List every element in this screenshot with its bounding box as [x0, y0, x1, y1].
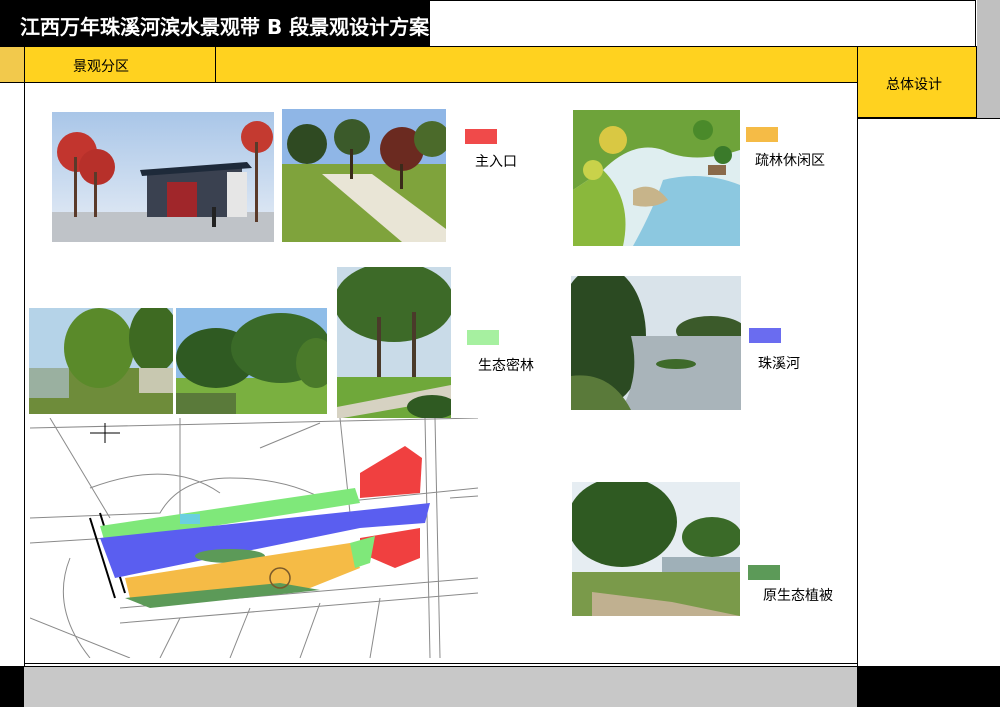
legend-swatch-sparse-forest: [746, 127, 778, 142]
page-title: 江西万年珠溪河滨水景观带 B 段景观设计方案: [20, 15, 430, 39]
river-photo: [571, 276, 741, 410]
tab-section[interactable]: 总体设计: [857, 46, 977, 118]
legend-swatch-river: [749, 328, 781, 343]
native-vegetation-photo: [572, 482, 740, 616]
legend-label-sparse-forest: 疏林休闲区: [755, 153, 825, 169]
zoning-site-plan: [30, 418, 478, 658]
title-bar: 江西万年珠溪河滨水景观带 B 段景观设计方案: [0, 0, 430, 46]
willow-waterfront-photo: [29, 308, 173, 414]
right-gray-bar: [977, 0, 1000, 118]
footer-right-block: [857, 666, 1000, 707]
park-path-photo: [282, 109, 446, 242]
yellow-band-left: [0, 46, 24, 83]
section-bottom-rule: [857, 118, 1000, 119]
legend-swatch-main-entrance: [465, 129, 497, 144]
tab-section-label: 总体设计: [886, 77, 942, 93]
legend-swatch-dense-forest: [467, 330, 499, 345]
legend-label-native-vegetation: 原生态植被: [763, 588, 833, 604]
header-right-rule: [975, 0, 976, 46]
tab-current[interactable]: 景观分区: [24, 46, 216, 83]
sparse-forest-sketch: [573, 110, 740, 246]
footer-left-block: [0, 666, 24, 707]
frame-right-rule: [857, 118, 858, 666]
forest-lawn-photo: [176, 308, 327, 414]
header-top-rule: [430, 0, 976, 1]
entrance-render-photo: [52, 112, 274, 242]
legend-swatch-native-vegetation: [748, 565, 780, 580]
footer-gray-bar: [24, 666, 858, 707]
tree-path-photo: [337, 267, 451, 419]
legend-label-river: 珠溪河: [758, 356, 800, 372]
legend-label-dense-forest: 生态密林: [478, 358, 534, 374]
frame-left-rule: [24, 83, 25, 666]
frame-bottom-rule: [24, 663, 858, 664]
legend-label-main-entrance: 主入口: [475, 154, 517, 170]
yellow-band-mid: [216, 46, 858, 83]
tab-current-label: 景观分区: [73, 59, 129, 75]
